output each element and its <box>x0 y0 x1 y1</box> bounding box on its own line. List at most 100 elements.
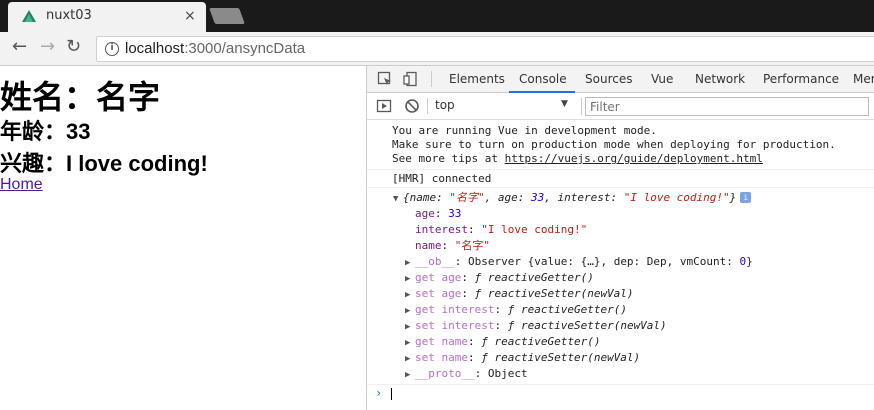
expand-triangle-icon[interactable]: ▶ <box>405 271 415 287</box>
url-path: :3000/ansyncData <box>184 40 306 57</box>
preview-text: , age: <box>484 191 531 204</box>
vue-msg-line: See more tips at <box>392 152 505 165</box>
property-value: : Observer {value: {…}, dep: Dep, vmCoun… <box>454 255 740 268</box>
object-preview: {name: "名字", age: 33, interest: "I love … <box>403 191 736 204</box>
preview-text: , interest: <box>544 191 624 204</box>
message-divider <box>367 187 874 188</box>
property-key: set interest <box>415 319 495 332</box>
chevron-down-icon[interactable]: ▼ <box>561 99 568 109</box>
new-tab-button[interactable] <box>209 8 245 24</box>
info-icon[interactable]: i <box>740 192 752 203</box>
nuxt-logo-icon <box>22 10 36 22</box>
back-icon[interactable]: ← <box>12 36 27 57</box>
console-prompt-icon: › <box>375 386 383 400</box>
property-row: name: "名字" <box>415 239 490 252</box>
vue-msg-line: You are running Vue in development mode. <box>392 124 657 137</box>
function-value: ƒ reactiveGetter() <box>474 271 594 284</box>
console-toolbar: top ▼ <box>367 93 874 120</box>
tab-console[interactable]: Console <box>519 72 567 86</box>
property-key: get interest <box>415 303 495 316</box>
property-key: get age <box>415 271 462 284</box>
property-key: name <box>415 239 442 252</box>
function-value: ƒ reactiveGetter() <box>507 303 627 316</box>
property-value: : Object <box>474 367 528 380</box>
age-heading: 年龄：33 <box>0 119 91 144</box>
address-bar[interactable]: i localhost:3000/ansyncData <box>96 36 874 62</box>
accessor-row[interactable]: ▶ set interest: ƒ reactiveSetter(newVal) <box>405 318 667 335</box>
devtools-tab-bar: Elements Console Sources Vue Network Per… <box>367 66 874 93</box>
accessor-row[interactable]: ▶ set name: ƒ reactiveSetter(newVal) <box>405 350 640 367</box>
preview-text: {name: <box>403 191 450 204</box>
device-toolbar-icon[interactable] <box>403 71 419 87</box>
expand-triangle-icon[interactable]: ▶ <box>405 367 415 383</box>
browser-tab[interactable]: nuxt03 × <box>8 2 206 32</box>
property-value: 33 <box>448 207 462 220</box>
expand-triangle-icon[interactable]: ▶ <box>405 255 415 271</box>
vue-docs-link[interactable]: https://vuejs.org/guide/deployment.html <box>505 152 763 165</box>
function-value: ƒ reactiveSetter(newVal) <box>474 287 634 300</box>
tab-sources[interactable]: Sources <box>585 72 632 86</box>
property-key: set age <box>415 287 462 300</box>
preview-name-value: "名字" <box>449 191 485 204</box>
expand-triangle-icon[interactable]: ▶ <box>405 287 415 303</box>
context-select[interactable]: top <box>435 98 575 115</box>
console-output: You are running Vue in development mode.… <box>367 120 874 410</box>
property-key: age <box>415 207 435 220</box>
show-sidebar-icon[interactable] <box>376 98 392 114</box>
tab-vue[interactable]: Vue <box>651 72 673 86</box>
hmr-message: [HMR] connected <box>392 172 492 185</box>
accessor-row[interactable]: ▶ set age: ƒ reactiveSetter(newVal) <box>405 286 634 303</box>
property-key: get name <box>415 335 468 348</box>
devtools-panel: Elements Console Sources Vue Network Per… <box>366 66 874 410</box>
site-info-icon[interactable]: i <box>105 42 119 56</box>
tab-network[interactable]: Network <box>695 72 745 86</box>
property-key: interest <box>415 223 468 236</box>
accessor-row[interactable]: ▶ get interest: ƒ reactiveGetter() <box>405 302 627 319</box>
property-key: set name <box>415 351 468 364</box>
object-preview-row[interactable]: ▼ {name: "名字", age: 33, interest: "I love… <box>393 190 752 207</box>
filter-input[interactable] <box>585 97 869 116</box>
console-input[interactable] <box>391 388 392 400</box>
preview-text: } <box>729 191 737 204</box>
tab-title: nuxt03 <box>46 8 92 23</box>
tab-performance[interactable]: Performance <box>763 72 839 86</box>
accessor-row[interactable]: ▶ get age: ƒ reactiveGetter() <box>405 270 594 287</box>
function-value: ƒ reactiveSetter(newVal) <box>481 351 641 364</box>
toolbar-divider <box>431 71 432 87</box>
function-value: ƒ reactiveGetter() <box>481 335 601 348</box>
expand-triangle-icon[interactable]: ▶ <box>405 335 415 351</box>
tab-strip: nuxt03 × <box>0 0 874 32</box>
expand-triangle-icon[interactable]: ▶ <box>405 351 415 367</box>
preview-age-value: 33 <box>530 191 545 204</box>
message-divider <box>367 169 874 170</box>
accessor-row[interactable]: ▶ get name: ƒ reactiveGetter() <box>405 334 600 351</box>
ob-row[interactable]: ▶ __ob__: Observer {value: {…}, dep: Dep,… <box>405 254 753 271</box>
property-value: } <box>746 255 753 268</box>
tab-elements[interactable]: Elements <box>449 72 505 86</box>
reload-icon[interactable]: ↻ <box>66 36 81 57</box>
function-value: ƒ reactiveSetter(newVal) <box>507 319 667 332</box>
forward-icon[interactable]: → <box>40 36 55 57</box>
page-viewport: 姓名：名字 年龄：33 兴趣：I love coding! Home <box>0 66 366 410</box>
url-host: localhost <box>125 40 185 57</box>
vue-dev-message: You are running Vue in development mode.… <box>392 124 836 166</box>
expand-triangle-icon[interactable]: ▶ <box>405 319 415 335</box>
expand-triangle-icon[interactable]: ▼ <box>393 191 403 207</box>
home-link[interactable]: Home <box>0 176 43 194</box>
property-value: "I love coding!" <box>481 223 588 236</box>
property-key: __proto__ <box>415 367 475 380</box>
name-heading: 姓名：名字 <box>0 79 161 115</box>
preview-interest-value: "I love coding!" <box>623 191 730 204</box>
close-tab-icon[interactable]: × <box>184 8 196 24</box>
toolbar-divider <box>581 98 582 115</box>
inspect-element-icon[interactable] <box>377 71 393 87</box>
message-divider <box>367 384 874 385</box>
proto-row[interactable]: ▶ __proto__: Object <box>405 366 528 383</box>
property-row: age: 33 <box>415 207 462 220</box>
clear-console-icon[interactable] <box>404 98 420 114</box>
browser-toolbar: ← → ↻ i localhost:3000/ansyncData <box>0 32 874 66</box>
expand-triangle-icon[interactable]: ▶ <box>405 303 415 319</box>
vue-msg-line: Make sure to turn on production mode whe… <box>392 138 836 151</box>
interest-heading: 兴趣：I love coding! <box>0 151 208 176</box>
tab-memory[interactable]: Mer <box>853 72 874 86</box>
